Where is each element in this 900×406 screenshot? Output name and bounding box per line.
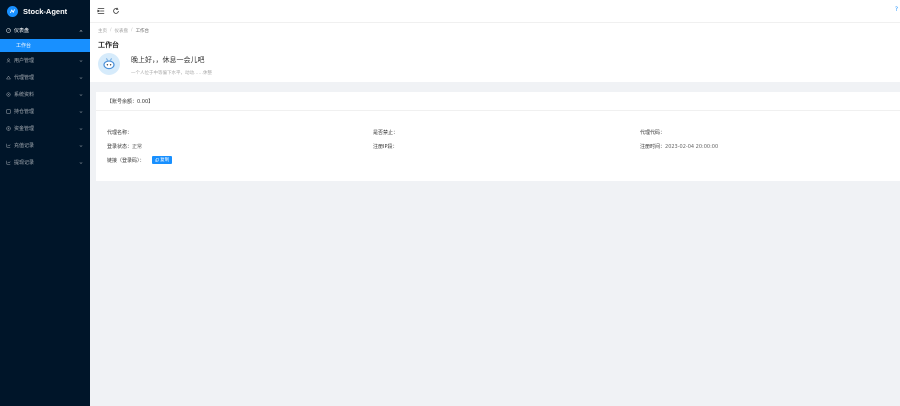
sidebar-item-label: 提现记录 [14, 160, 35, 166]
breadcrumb-item[interactable]: 仪表盘 [115, 28, 129, 34]
avatar [98, 53, 120, 75]
register-ip-field: 注册IP段： [373, 143, 398, 150]
help-icon[interactable]: ? [895, 6, 898, 13]
sidebar-subitem-label: 工作台 [16, 43, 32, 49]
position-icon [6, 109, 11, 114]
greeting-subtext: 一个人位于中等偏下水平，动动……休整 [131, 71, 212, 76]
chevron-down-icon [79, 144, 83, 148]
breadcrumb: 主页 / 仪表盘 / 工作台 [98, 28, 900, 34]
field-label: 注册IP段： [373, 144, 398, 150]
breadcrumb-separator: / [110, 28, 112, 33]
user-icon [6, 58, 11, 63]
page-header: 主页 / 仪表盘 / 工作台 工作台 晚上好，，休息一会儿吧 一个人位于中等偏下… [90, 22, 900, 82]
login-status-field: 登录状态：正常 [107, 143, 142, 150]
sidebar-item-positions[interactable]: 持仓管理 [0, 103, 90, 120]
dashboard-icon [6, 28, 11, 33]
agent-status-field: 是否禁止： [373, 129, 398, 136]
field-label: 代理名称： [107, 130, 133, 136]
chevron-down-icon [79, 93, 83, 97]
logo-icon [7, 5, 18, 17]
sidebar-item-label: 代理管理 [14, 75, 35, 81]
record-icon [6, 160, 11, 165]
chevron-down-icon [79, 110, 83, 114]
greeting-block: 晚上好，，休息一会儿吧 一个人位于中等偏下水平，动动……休整 [98, 53, 212, 76]
field-label: 是否禁止： [373, 130, 399, 136]
chevron-down-icon [79, 76, 83, 80]
page-title: 工作台 [98, 41, 119, 49]
agent-icon [6, 75, 11, 80]
greeting-text: 晚上好，，休息一会儿吧 [131, 56, 205, 64]
account-card: 【账号余额：0.00】 代理名称： 是否禁止： 代理代码： 登录状态：正常 注册… [96, 92, 900, 181]
chevron-down-icon [79, 127, 83, 131]
field-label: 注册时间： [640, 144, 666, 150]
sidebar: Stock-Agent 仪表盘 工作台 用户管理 代理管理 系统资料 持仓管理 … [0, 0, 90, 406]
brand[interactable]: Stock-Agent [0, 0, 90, 22]
sidebar-item-agents[interactable]: 代理管理 [0, 69, 90, 86]
sidebar-item-label: 充值记录 [14, 143, 35, 149]
copy-link-button[interactable]: 复制 [152, 156, 173, 164]
breadcrumb-item[interactable]: 主页 [98, 28, 107, 34]
money-icon [6, 126, 11, 131]
top-bar: ? [90, 0, 900, 22]
copy-link-label: 复制 [160, 158, 170, 163]
sidebar-item-funds[interactable]: 资金管理 [0, 120, 90, 137]
sidebar-item-label: 资金管理 [14, 126, 35, 132]
system-icon [6, 92, 11, 97]
field-value: 正常 [132, 144, 143, 150]
copy-icon [155, 158, 159, 162]
sidebar-item-system[interactable]: 系统资料 [0, 86, 90, 103]
sidebar-item-withdraw[interactable]: 提现记录 [0, 154, 90, 171]
agent-code-field: 代理代码： [640, 129, 665, 136]
app-name: Stock-Agent [23, 6, 68, 16]
chevron-down-icon [79, 161, 83, 165]
field-label: 登录状态： [107, 144, 133, 150]
account-balance: 【账号余额：0.00】 [96, 92, 900, 111]
refresh-icon[interactable] [112, 7, 120, 15]
field-label: 代理代码： [640, 130, 666, 136]
field-value: 2023-02-04 20:00:00 [665, 144, 719, 150]
sidebar-item-label: 持仓管理 [14, 109, 35, 115]
sidebar-item-dashboard[interactable]: 仪表盘 [0, 22, 90, 39]
menu-fold-icon[interactable] [97, 7, 105, 15]
sidebar-item-users[interactable]: 用户管理 [0, 52, 90, 69]
sidebar-subitem-workbench[interactable]: 工作台 [0, 39, 90, 52]
sidebar-item-label: 用户管理 [14, 58, 35, 64]
record-icon [6, 143, 11, 148]
breadcrumb-separator: / [131, 28, 133, 33]
field-label: 链接（登录码）： [107, 158, 145, 164]
chevron-down-icon [79, 59, 83, 63]
chevron-up-icon [79, 29, 83, 33]
login-link-field: 链接（登录码）： 复制 [107, 156, 173, 164]
sidebar-item-recharge[interactable]: 充值记录 [0, 137, 90, 154]
agent-name-field: 代理名称： [107, 129, 132, 136]
sidebar-item-label: 仪表盘 [14, 28, 30, 34]
register-time-field: 注册时间：2023-02-04 20:00:00 [640, 143, 718, 150]
sidebar-item-label: 系统资料 [14, 92, 35, 98]
breadcrumb-current: 工作台 [135, 29, 150, 34]
